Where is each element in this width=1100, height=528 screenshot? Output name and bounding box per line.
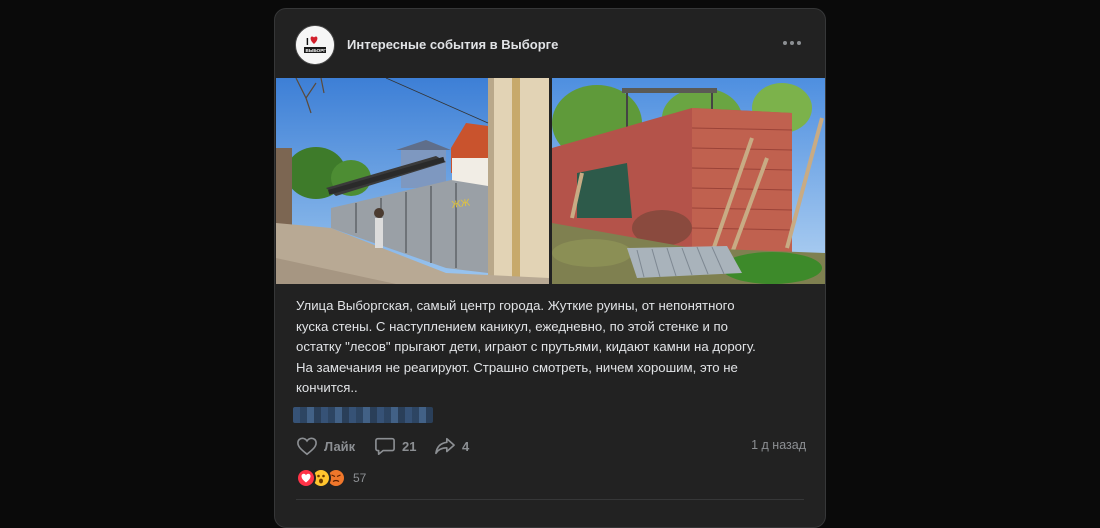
- blurred-link[interactable]: [293, 407, 433, 423]
- post-time[interactable]: 1 д назад: [751, 438, 806, 452]
- group-avatar[interactable]: I ВЫБОРГ: [295, 25, 335, 65]
- post-text-line: Улица Выборгская, самый центр города. Жу…: [296, 298, 735, 313]
- post-text-line: кончится..: [296, 380, 358, 395]
- post-header: I ВЫБОРГ Интересные события в Выборге: [275, 9, 825, 79]
- svg-text:ВЫБОРГ: ВЫБОРГ: [306, 48, 327, 53]
- comment-icon: [375, 437, 395, 455]
- svg-text:I: I: [306, 37, 309, 48]
- shares-count: 4: [462, 438, 470, 454]
- divider: [296, 499, 804, 500]
- group-logo-icon: I ВЫБОРГ: [296, 26, 334, 64]
- heart-reaction-icon: [296, 468, 316, 488]
- photo-ruins[interactable]: [552, 78, 825, 284]
- share-icon: [435, 437, 455, 455]
- comments-count: 21: [402, 438, 417, 454]
- post-photos: ЖЖ: [276, 78, 825, 284]
- post-text: Улица Выборгская, самый центр города. Жу…: [296, 296, 801, 399]
- post-card: I ВЫБОРГ Интересные события в Выборге ЖЖ…: [274, 8, 826, 528]
- reactions-count: 57: [353, 471, 367, 485]
- like-button[interactable]: Лайк: [296, 433, 355, 459]
- post-text-line: куска стены. С наступлением каникул, еже…: [296, 318, 728, 334]
- photo-street[interactable]: ЖЖ: [276, 78, 549, 284]
- heart-icon: [297, 437, 317, 456]
- like-label: Лайк: [324, 438, 356, 454]
- share-button[interactable]: 4: [434, 433, 469, 459]
- reactions-summary[interactable]: 57: [296, 468, 366, 488]
- post-text-line: остатку "лесов" прыгают дети, играют с п…: [296, 339, 756, 354]
- group-name[interactable]: Интересные события в Выборге: [347, 37, 558, 52]
- post-actions: Лайк 21 4 1 д назад: [296, 433, 806, 459]
- more-options-icon[interactable]: [783, 36, 803, 50]
- post-text-line: На замечания не реагируют. Страшно смотр…: [296, 359, 738, 375]
- comment-button[interactable]: 21: [374, 433, 416, 459]
